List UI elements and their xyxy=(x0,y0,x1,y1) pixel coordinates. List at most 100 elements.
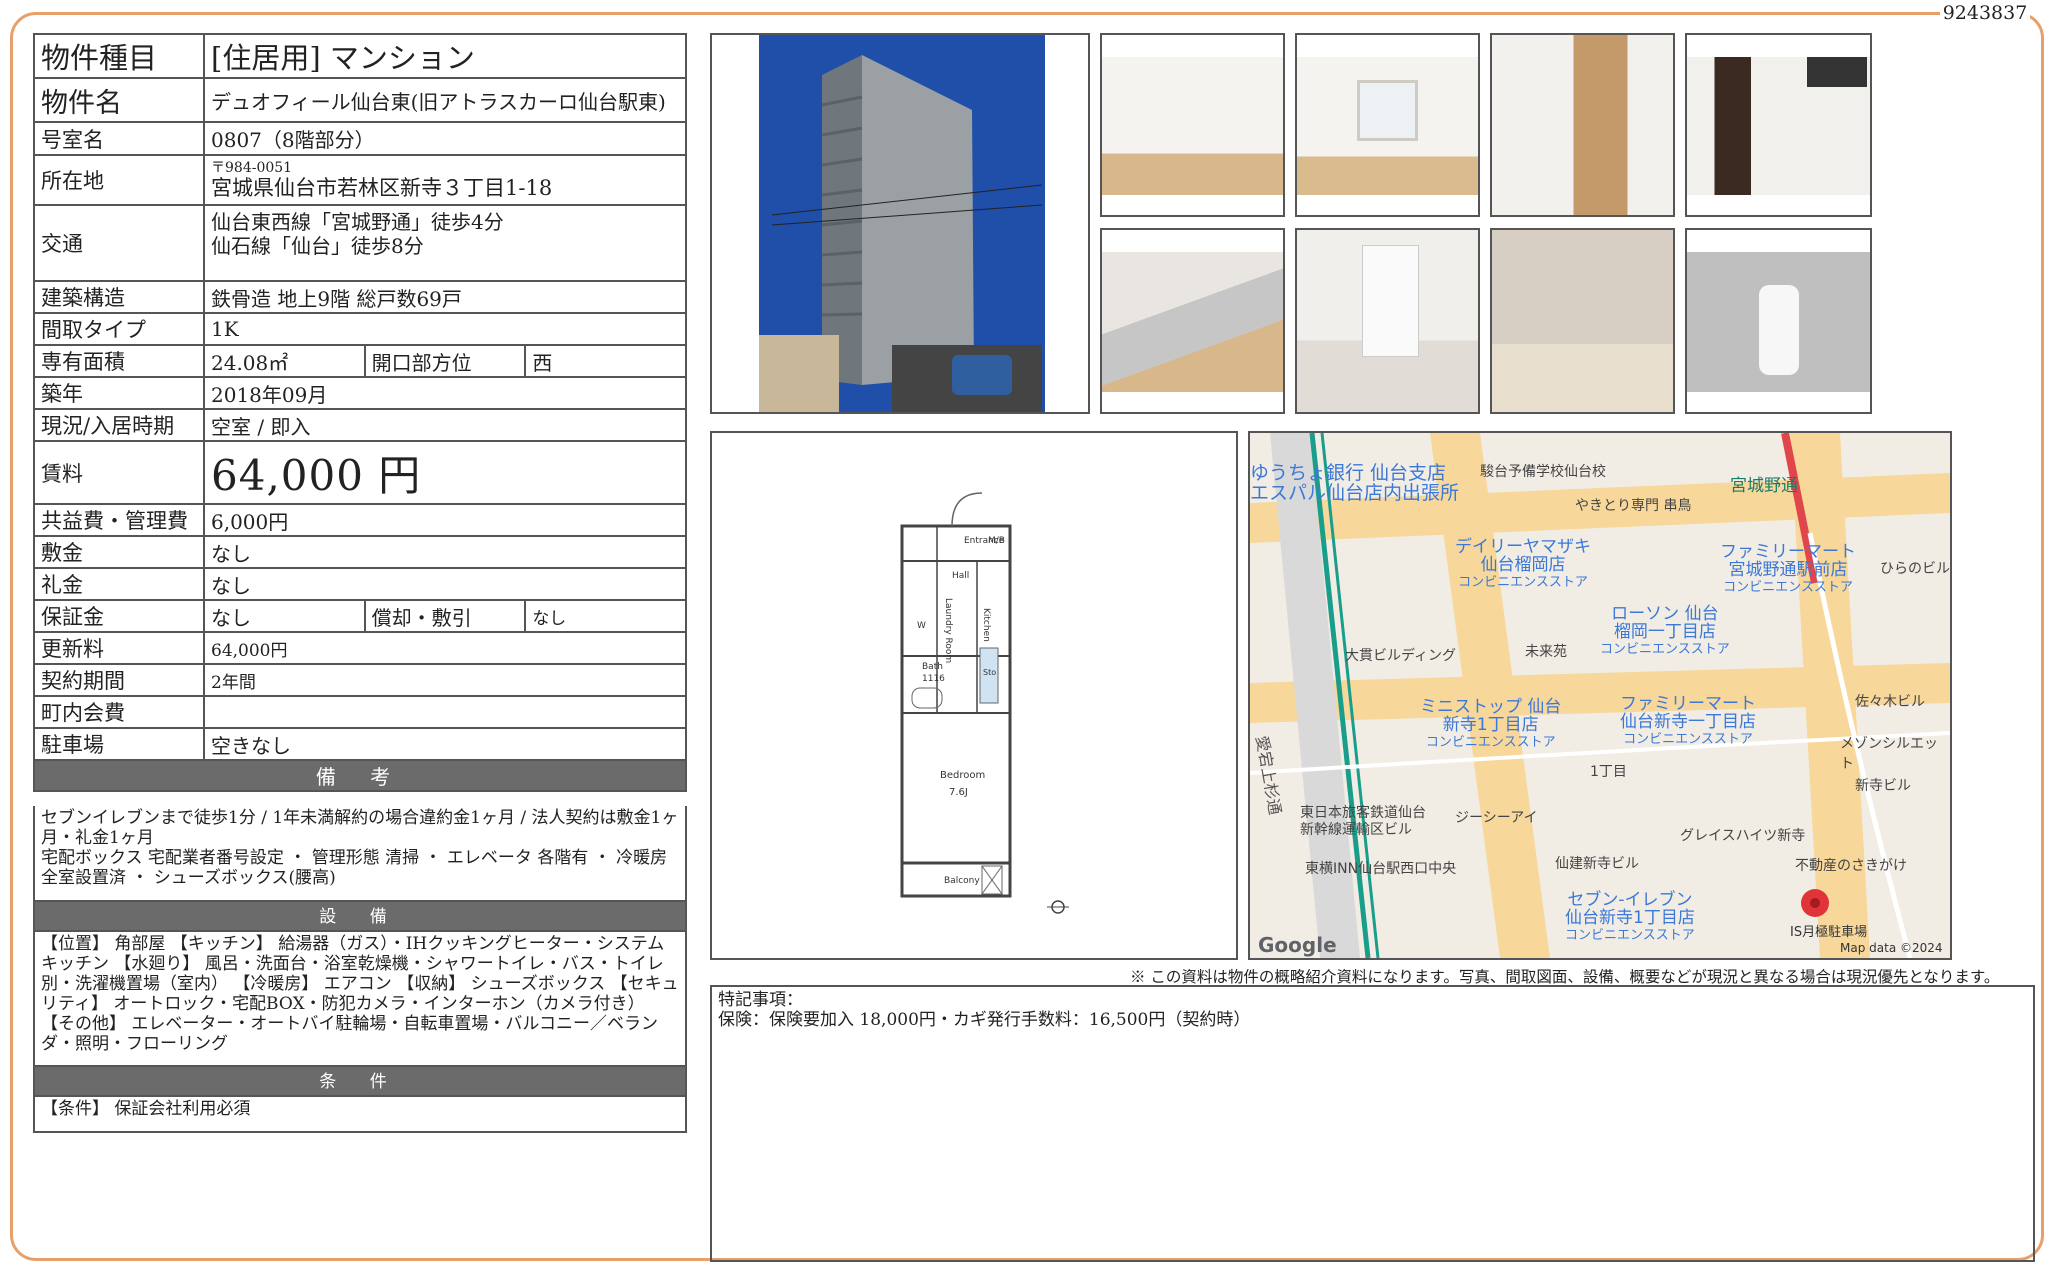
value-deposit: なし xyxy=(203,535,687,569)
row-area: 専有面積 24.08㎡ 開口部方位 西 xyxy=(33,344,687,378)
photo-bathroom xyxy=(1490,228,1675,414)
value-orientation: 西 xyxy=(524,344,687,378)
row-term: 契約期間 2年間 xyxy=(33,663,687,697)
label-key-money: 礼金 xyxy=(33,567,205,601)
value-fee: 6,000円 xyxy=(203,503,687,537)
photo-washroom xyxy=(1295,228,1480,414)
value-structure: 鉄骨造 地上9階 総戸数69戸 xyxy=(203,280,687,314)
map-label-ministop-type: コンビニエンスストア xyxy=(1425,735,1556,750)
label-deposit: 敷金 xyxy=(33,535,205,569)
remarks-header: 備 考 xyxy=(33,759,687,792)
map-label-sakigake: 不動産のさきがけ xyxy=(1795,858,1907,874)
map-label-maison: メゾンシルエット xyxy=(1840,736,1938,772)
facilities-header: 設 備 xyxy=(33,902,687,932)
map-label-shindera-bldg: 新寺ビル xyxy=(1855,778,1911,794)
value-guarantee: なし xyxy=(203,599,366,633)
map-label-seven-type: コンビニエンスストア xyxy=(1565,928,1695,943)
photo-toilet xyxy=(1685,228,1872,414)
label-orientation: 開口部方位 xyxy=(363,344,527,378)
map-label-sasaki: 佐々木ビル xyxy=(1855,694,1925,710)
window-icon xyxy=(1357,80,1418,141)
value-parking: 空きなし xyxy=(203,727,687,761)
exterior-photo xyxy=(710,33,1090,414)
label-fee: 共益費・管理費 xyxy=(33,503,205,537)
value-room: 0807（8階部分） xyxy=(203,121,687,156)
label-type: 物件種目 xyxy=(33,33,205,79)
disclaimer-text: ※ この資料は物件の概略紹介資料になります。写真、間取図面、設備、概要などが現況… xyxy=(1130,968,2000,986)
plan-label-bedroom: Bedroom xyxy=(940,770,985,781)
photo-room-1 xyxy=(1100,33,1285,217)
map-label-onuki: 大貫ビルディング xyxy=(1345,648,1457,664)
map-label-familymart-1-type: コンビニエンスストア xyxy=(1723,580,1853,595)
map-label-ministop: ミニストップ 仙台 xyxy=(1420,697,1562,717)
label-built: 築年 xyxy=(33,376,205,410)
row-name: 物件名 デュオフィール仙台東(旧アトラスカーロ仙台駅東) xyxy=(33,77,687,123)
map-label-shinkansen: 新幹線運輸区ビル xyxy=(1300,822,1412,838)
map-label-grace: グレイスハイツ新寺 xyxy=(1680,828,1806,844)
map-label-is-parking: IS月極駐車場 xyxy=(1790,925,1868,940)
vanity-icon xyxy=(1362,245,1419,357)
row-address: 所在地 〒984-0051 宮城県仙台市若林区新寺３丁目1-18 xyxy=(33,154,687,206)
map-label-gci: ジーシーアイ xyxy=(1455,810,1538,826)
plan-label-balcony: Balcony xyxy=(944,876,980,886)
row-community: 町内会費 xyxy=(33,695,687,729)
plan-label-w: W xyxy=(917,621,926,631)
map-label-familymart-1: ファミリーマート xyxy=(1720,542,1856,562)
map-label-daily-store: 仙台榴岡店 xyxy=(1480,555,1566,575)
map-label-lawson-type: コンビニエンスストア xyxy=(1600,642,1730,657)
photo-kitchen xyxy=(1100,228,1285,414)
range-hood-icon xyxy=(1807,57,1867,87)
special-notes-title: 特記事項： xyxy=(718,990,803,1010)
label-access: 交通 xyxy=(33,204,205,282)
map-label-daily: デイリーヤマザキ xyxy=(1455,537,1591,557)
map-label-jr: 東日本旅客鉄道仙台 xyxy=(1300,805,1426,821)
floor-plan: Entrance M/B Hall Kitchen Laundry Room W… xyxy=(710,431,1238,960)
plan-label-sto: Sto xyxy=(983,668,996,677)
plan-label-kitchen: Kitchen xyxy=(981,608,991,642)
map-label-yucho: ゆうちょ銀行 仙台支店 xyxy=(1250,462,1447,484)
map-label-lawson-store: 榴岡一丁目店 xyxy=(1613,622,1716,642)
row-guarantee: 保証金 なし 償却・敷引 なし xyxy=(33,599,687,633)
label-renewal: 更新料 xyxy=(33,631,205,665)
row-structure: 建築構造 鉄骨造 地上9階 総戸数69戸 xyxy=(33,280,687,314)
row-built: 築年 2018年09月 xyxy=(33,376,687,410)
row-key-money: 礼金 なし xyxy=(33,567,687,601)
building-image xyxy=(712,35,1088,412)
label-address: 所在地 xyxy=(33,154,205,206)
map-label-sundai: 駿台予備学校仙台校 xyxy=(1480,464,1606,480)
label-term: 契約期間 xyxy=(33,663,205,697)
map-label-familymart-2: ファミリーマート xyxy=(1620,694,1756,714)
value-community xyxy=(203,695,687,729)
row-deposit: 敷金 なし xyxy=(33,535,687,569)
plan-label-mb: M/B xyxy=(988,536,1005,546)
address-text: 宮城県仙台市若林区新寺３丁目1-18 xyxy=(211,175,553,200)
value-rent: 64,000 円 xyxy=(203,440,687,505)
row-renewal: 更新料 64,000円 xyxy=(33,631,687,665)
value-address: 〒984-0051 宮城県仙台市若林区新寺３丁目1-18 xyxy=(203,154,687,206)
postal-code: 〒984-0051 xyxy=(211,159,293,176)
value-name: デュオフィール仙台東(旧アトラスカーロ仙台駅東) xyxy=(203,77,687,123)
photo-hallway xyxy=(1490,33,1675,217)
row-type: 物件種目 [住居用] マンション xyxy=(33,33,687,79)
map-label-seven: セブン-イレブン xyxy=(1567,890,1693,910)
conditions-header: 条 件 xyxy=(33,1067,687,1097)
value-key-money: なし xyxy=(203,567,687,601)
label-layout: 間取タイプ xyxy=(33,312,205,346)
map-label-miraien: 未来苑 xyxy=(1525,644,1567,660)
map-label-1chome: 1丁目 xyxy=(1590,764,1627,780)
label-rent: 賃料 xyxy=(33,440,205,505)
location-map[interactable]: ゆうちょ銀行 仙台支店 エスパル仙台店内出張所 駿台予備学校仙台校 やきとり専門… xyxy=(1248,431,1952,960)
map-label-espal: エスパル仙台店内出張所 xyxy=(1250,482,1460,504)
value-access: 仙台東西線「宮城野通」徒歩4分 仙石線「仙台」徒歩8分 xyxy=(203,204,687,282)
facilities-text: 【位置】 角部屋 【キッチン】 給湯器（ガス）・IHクッキングヒーター・システム… xyxy=(33,932,687,1067)
value-renewal: 64,000円 xyxy=(203,631,687,665)
floor-plan-drawing: Entrance M/B Hall Kitchen Laundry Room W… xyxy=(900,492,1069,914)
label-status: 現況/入居時期 xyxy=(33,408,205,442)
map-label-ministop-store: 新寺1丁目店 xyxy=(1442,715,1539,735)
map-label-familymart-2-type: コンビニエンスストア xyxy=(1623,732,1753,747)
photo-entrance xyxy=(1685,33,1872,217)
row-layout: 間取タイプ 1K xyxy=(33,312,687,346)
value-type: [住居用] マンション xyxy=(203,33,687,79)
value-built: 2018年09月 xyxy=(203,376,687,410)
property-info-table: 物件種目 [住居用] マンション 物件名 デュオフィール仙台東(旧アトラスカーロ… xyxy=(33,33,687,792)
